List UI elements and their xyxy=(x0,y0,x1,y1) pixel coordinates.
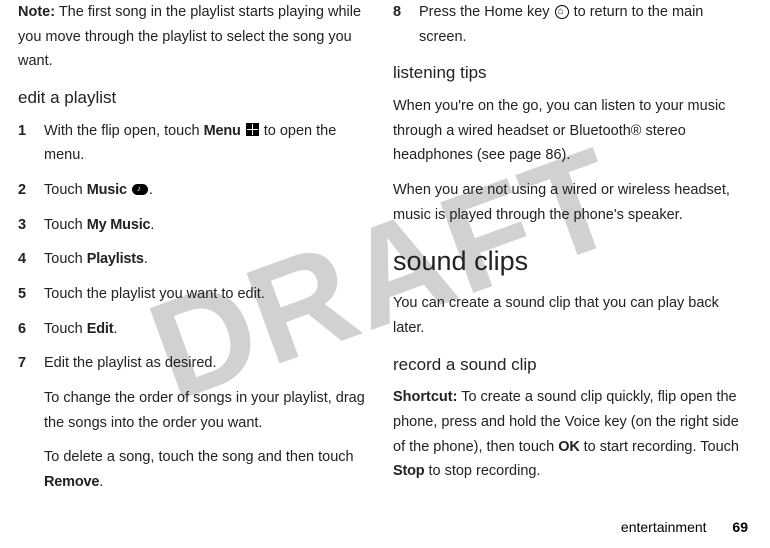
step-number: 1 xyxy=(18,119,44,144)
heading-sound-clips: sound clips xyxy=(393,239,744,285)
step-2: 2 Touch Music . xyxy=(18,178,369,203)
step-body: With the flip open, touch Menu to open t… xyxy=(44,119,369,168)
menu-icon xyxy=(246,123,259,136)
step-number: 6 xyxy=(18,317,44,342)
step-body: Edit the playlist as desired. To change … xyxy=(44,351,369,494)
step-number: 4 xyxy=(18,247,44,272)
step-number: 7 xyxy=(18,351,44,376)
text: To delete a song, touch the song and the… xyxy=(44,449,354,465)
text: Edit the playlist as desired. xyxy=(44,355,216,371)
text: With the flip open, touch xyxy=(44,123,204,139)
mymusic-label: My Music xyxy=(87,217,151,233)
text: Touch xyxy=(44,182,87,198)
remove-label: Remove xyxy=(44,474,99,490)
step-6: 6 Touch Edit. xyxy=(18,317,369,342)
step-body: Touch My Music. xyxy=(44,213,369,238)
step-number: 3 xyxy=(18,213,44,238)
text: . xyxy=(144,251,148,267)
text: to start recording. Touch xyxy=(580,439,739,455)
note-body: The first song in the playlist starts pl… xyxy=(18,4,361,69)
step-4: 4 Touch Playlists. xyxy=(18,247,369,272)
note-paragraph: Note: The first song in the playlist sta… xyxy=(18,0,369,74)
heading-edit-playlist: edit a playlist xyxy=(18,84,369,113)
shortcut-label: Shortcut: xyxy=(393,389,457,405)
right-column: 8 Press the Home key to return to the ma… xyxy=(381,0,756,548)
step-8: 8 Press the Home key to return to the ma… xyxy=(393,0,744,49)
heading-record-clip: record a sound clip xyxy=(393,351,744,380)
text: . xyxy=(99,474,103,490)
menu-label: Menu xyxy=(204,123,241,139)
step-number: 2 xyxy=(18,178,44,203)
text: Touch xyxy=(44,321,87,337)
page-content: Note: The first song in the playlist sta… xyxy=(0,0,770,548)
tips-paragraph-1: When you're on the go, you can listen to… xyxy=(393,94,744,168)
step-5: 5 Touch the playlist you want to edit. xyxy=(18,282,369,307)
text: . xyxy=(113,321,117,337)
text: . xyxy=(150,217,154,233)
step-number: 5 xyxy=(18,282,44,307)
edit-steps: 1 With the flip open, touch Menu to open… xyxy=(18,119,369,495)
edit-label: Edit xyxy=(87,321,114,337)
footer-page-number: 69 xyxy=(732,519,748,535)
playlists-label: Playlists xyxy=(87,251,144,267)
step-1: 1 With the flip open, touch Menu to open… xyxy=(18,119,369,168)
step-body: Touch Music . xyxy=(44,178,369,203)
step-number: 8 xyxy=(393,0,419,25)
home-key-icon xyxy=(555,5,569,19)
text: Touch xyxy=(44,217,87,233)
text: Press the Home key xyxy=(419,4,554,20)
step-3: 3 Touch My Music. xyxy=(18,213,369,238)
music-icon xyxy=(132,184,148,195)
step-body: Touch Playlists. xyxy=(44,247,369,272)
text: Touch xyxy=(44,251,87,267)
step-7: 7 Edit the playlist as desired. To chang… xyxy=(18,351,369,494)
step7-sub2: To delete a song, touch the song and the… xyxy=(44,445,369,494)
stop-label: Stop xyxy=(393,463,424,479)
ok-label: OK xyxy=(558,439,579,455)
step-body: Press the Home key to return to the main… xyxy=(419,0,744,49)
shortcut-paragraph: Shortcut: To create a sound clip quickly… xyxy=(393,385,744,484)
sound-paragraph: You can create a sound clip that you can… xyxy=(393,291,744,340)
step7-sub1: To change the order of songs in your pla… xyxy=(44,386,369,435)
text: to stop recording. xyxy=(424,463,540,479)
left-column: Note: The first song in the playlist sta… xyxy=(6,0,381,548)
heading-listening-tips: listening tips xyxy=(393,59,744,88)
note-label: Note: xyxy=(18,4,55,20)
page-footer: entertainment 69 xyxy=(621,516,748,540)
footer-section: entertainment xyxy=(621,519,707,535)
text: . xyxy=(149,182,153,198)
tips-paragraph-2: When you are not using a wired or wirele… xyxy=(393,178,744,227)
step-8-list: 8 Press the Home key to return to the ma… xyxy=(393,0,744,49)
music-label: Music xyxy=(87,182,127,198)
step-body: Touch Edit. xyxy=(44,317,369,342)
step-body: Touch the playlist you want to edit. xyxy=(44,282,369,307)
